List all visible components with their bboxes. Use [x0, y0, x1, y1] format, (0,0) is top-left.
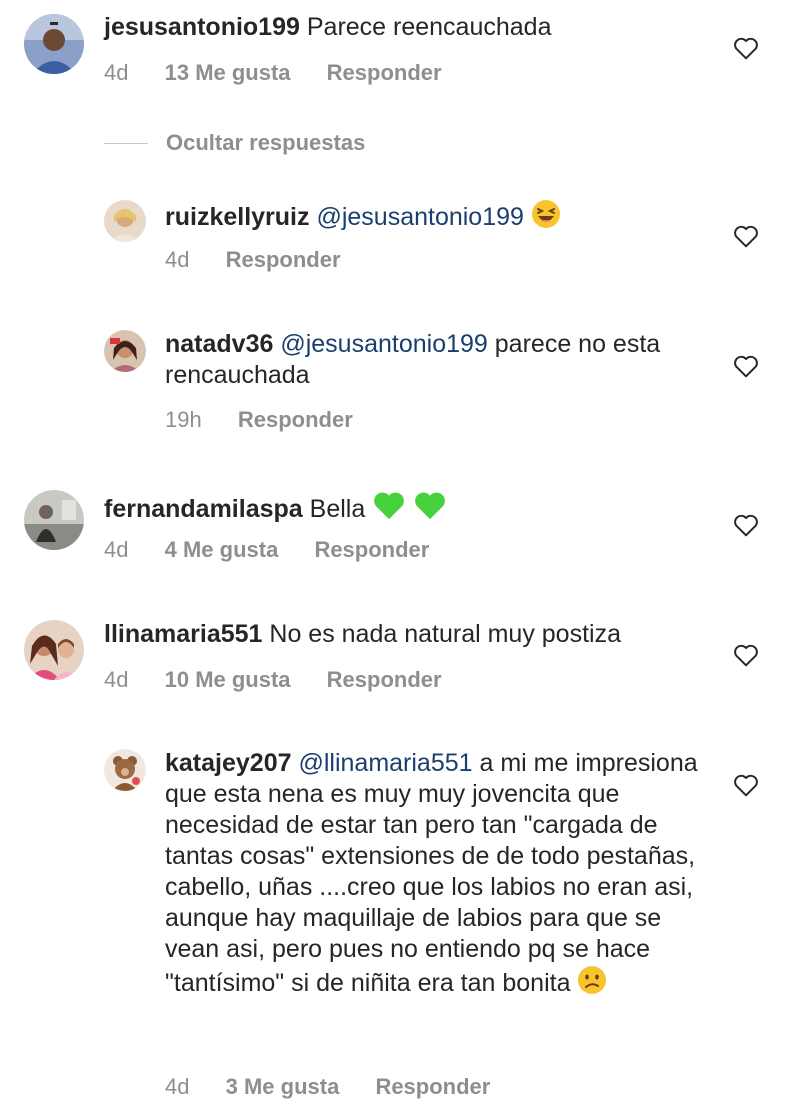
avatar[interactable]	[24, 490, 84, 550]
comment-username[interactable]: natadv36	[165, 330, 273, 358]
laughing-face-icon	[531, 199, 561, 237]
avatar[interactable]	[24, 620, 84, 680]
hide-replies-label: Ocultar respuestas	[166, 130, 366, 155]
reply-button[interactable]: Responder	[327, 667, 442, 693]
comment-timestamp: 4d	[165, 1074, 190, 1099]
comment-username[interactable]: ruizkellyruiz	[165, 203, 310, 231]
comment-timestamp: 19h	[165, 407, 202, 432]
comment-timestamp: 4d	[104, 60, 129, 85]
comment-username[interactable]: llinamaria551	[104, 620, 262, 648]
reply-button[interactable]: Responder	[375, 1074, 490, 1100]
heart-icon[interactable]	[733, 224, 759, 248]
comment-timestamp: 4d	[165, 247, 190, 272]
reply-button[interactable]: Responder	[327, 60, 442, 86]
green-heart-icon	[372, 489, 406, 529]
heart-icon[interactable]	[733, 513, 759, 537]
divider-line	[104, 142, 148, 144]
reply-button[interactable]: Responder	[238, 407, 353, 433]
comment-text: Parece reencauchada	[306, 13, 552, 41]
green-heart-icon	[413, 489, 447, 529]
comment-username[interactable]: fernandamilaspa	[104, 495, 303, 523]
hide-replies-button[interactable]: Ocultar respuestas	[104, 128, 365, 158]
comment-text: No es nada natural muy postiza	[269, 620, 621, 648]
comment-text: Bella	[309, 495, 366, 523]
mention-link[interactable]: @jesusantonio199	[316, 203, 523, 231]
comment-text: a mi me impresiona que esta nena es muy …	[165, 749, 698, 997]
comment-timestamp: 4d	[104, 667, 129, 692]
heart-icon[interactable]	[733, 354, 759, 378]
avatar[interactable]	[24, 14, 84, 74]
heart-icon[interactable]	[733, 643, 759, 667]
likes-count[interactable]: 13 Me gusta	[165, 60, 291, 86]
comment-username[interactable]: katajey207	[165, 749, 292, 777]
likes-count[interactable]: 4 Me gusta	[165, 537, 279, 563]
likes-count[interactable]: 10 Me gusta	[165, 667, 291, 693]
comment-username[interactable]: jesusantonio199	[104, 13, 300, 41]
heart-icon[interactable]	[733, 773, 759, 797]
heart-icon[interactable]	[733, 36, 759, 60]
likes-count[interactable]: 3 Me gusta	[226, 1074, 340, 1100]
avatar[interactable]	[104, 749, 146, 791]
avatar[interactable]	[104, 200, 146, 242]
avatar[interactable]	[104, 330, 146, 372]
reply-button[interactable]: Responder	[226, 247, 341, 273]
mention-link[interactable]: @jesusantonio199	[280, 330, 487, 358]
reply-button[interactable]: Responder	[314, 537, 429, 563]
mention-link[interactable]: @llinamaria551	[298, 749, 472, 777]
confused-face-icon	[577, 965, 607, 1003]
comment-timestamp: 4d	[104, 537, 129, 562]
